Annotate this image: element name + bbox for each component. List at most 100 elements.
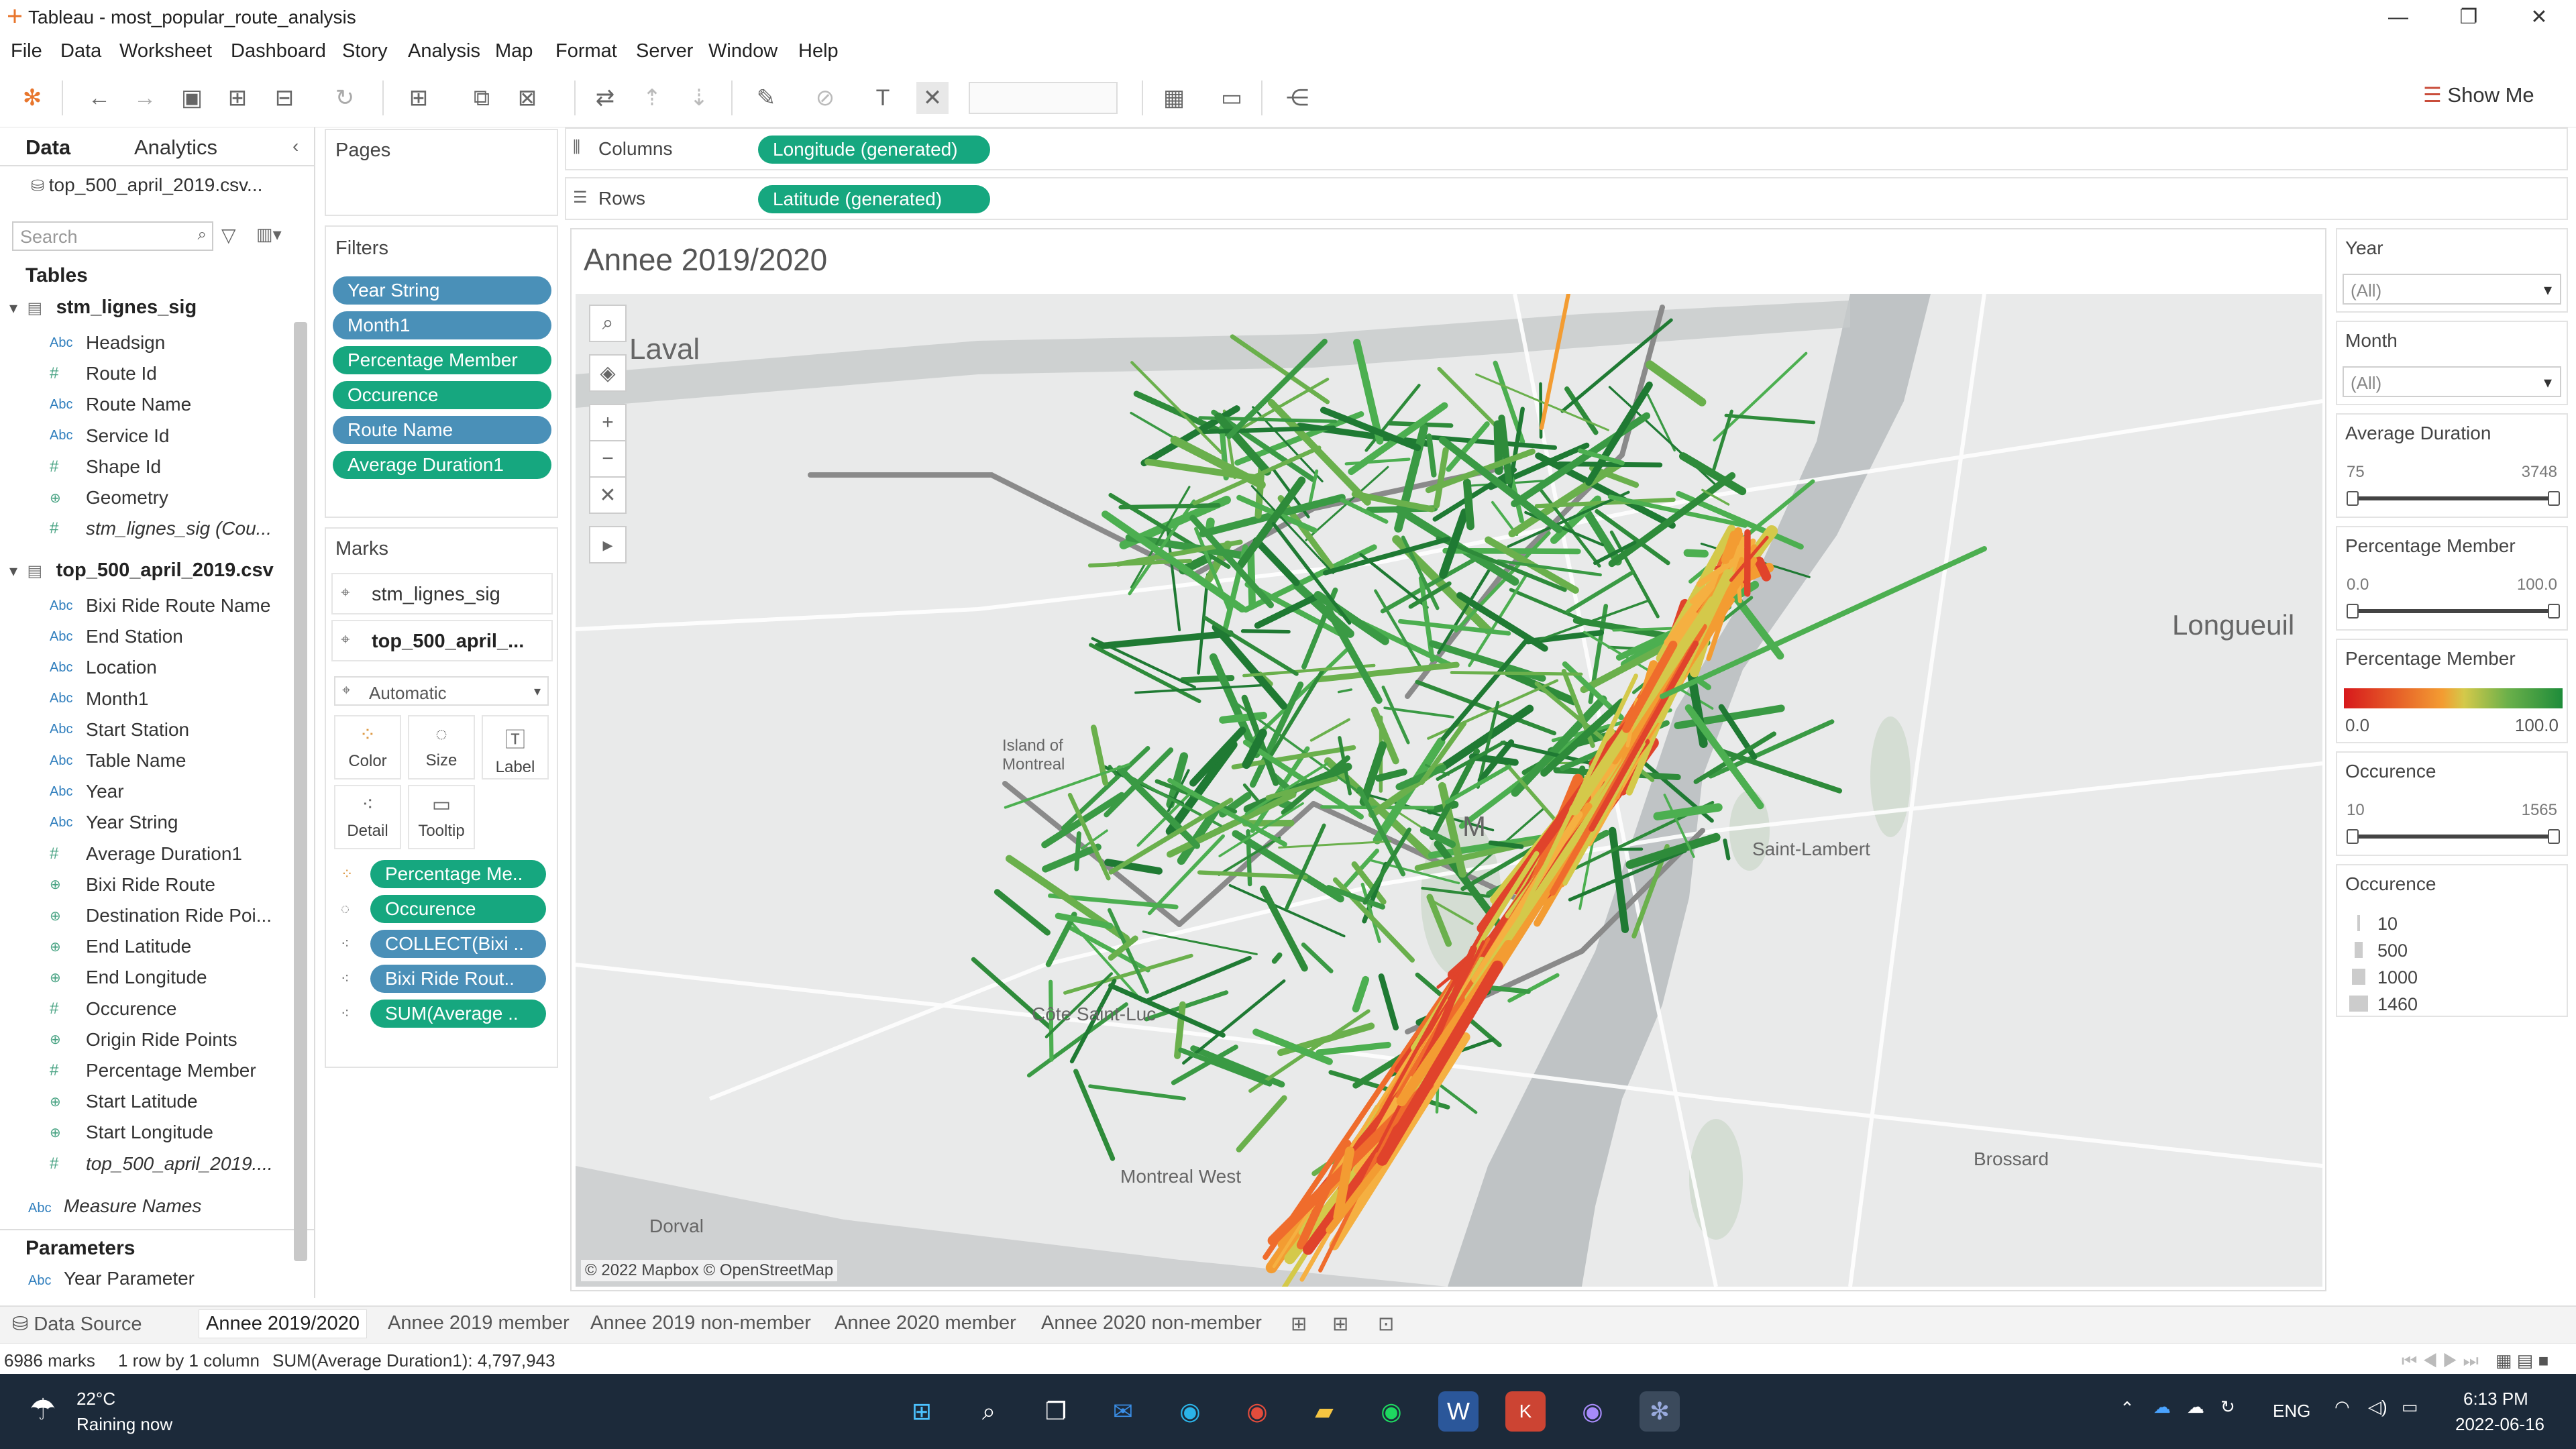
field-item[interactable]: Abc Headsign [0, 327, 295, 358]
weather-icon[interactable]: ☂ [30, 1393, 56, 1427]
share-icon[interactable]: ⋲ [1281, 82, 1313, 114]
spotify-icon[interactable]: ◉ [1371, 1391, 1411, 1432]
route-line[interactable] [994, 889, 1051, 936]
table-stm-lignes-sig[interactable]: ▾ ▤ stm_lignes_sig [9, 297, 298, 326]
field-item[interactable]: ⊕ Geometry [0, 482, 295, 513]
start-icon[interactable]: ⊞ [902, 1391, 942, 1432]
app-icon[interactable]: K [1505, 1391, 1546, 1432]
menu-dashboard[interactable]: Dashboard [231, 40, 326, 62]
menu-file[interactable]: File [11, 40, 42, 62]
tableau-home-icon[interactable]: ✻ [16, 82, 48, 114]
tooltip-button[interactable]: ▭ Tooltip [408, 785, 475, 849]
language-indicator[interactable]: ENG [2273, 1401, 2310, 1421]
zoom-in-icon[interactable]: + [589, 404, 627, 441]
route-line[interactable] [1197, 870, 1308, 879]
mark-layer-top500[interactable]: ⌖ top_500_april_... [331, 620, 553, 661]
table-top-500[interactable]: ▾ ▤ top_500_april_2019.csv [9, 559, 311, 589]
measure-names-field[interactable]: Abc Measure Names [28, 1195, 297, 1222]
menu-server[interactable]: Server [636, 40, 693, 62]
year-parameter-field[interactable]: Abc Year Parameter [28, 1268, 297, 1295]
field-item[interactable]: # Average Duration1 [0, 839, 295, 869]
sort-descending-icon[interactable]: ⇣ [683, 82, 715, 114]
highlight-icon[interactable]: ✎ [750, 82, 782, 114]
rows-pill-latitude[interactable]: Latitude (generated) [758, 185, 990, 213]
tableau-taskbar-icon[interactable]: ✻ [1640, 1391, 1680, 1432]
route-line[interactable] [1724, 413, 1816, 425]
filter-pill-month1[interactable]: Month1 [333, 311, 551, 339]
field-item[interactable]: ⊕ End Latitude [0, 931, 295, 962]
onedrive-icon[interactable]: ☁ [2153, 1397, 2171, 1417]
close-button[interactable]: ✕ [2502, 3, 2576, 32]
field-item[interactable]: Abc Route Name [0, 389, 295, 420]
filter-pill-average-duration1[interactable]: Average Duration1 [333, 451, 551, 479]
filter-pill-year-string[interactable]: Year String [333, 276, 551, 305]
tab-analytics[interactable]: Analytics [134, 136, 217, 160]
route-line[interactable] [1450, 671, 1583, 676]
search-input[interactable]: Search ⌕ [12, 221, 213, 251]
sheet-view-icons[interactable]: ▦ ▤ ■ [2496, 1350, 2548, 1371]
route-line[interactable] [1278, 840, 1392, 849]
field-item[interactable]: Abc Year String [0, 807, 295, 838]
pages-shelf[interactable]: Pages [325, 129, 558, 216]
route-line[interactable] [1375, 940, 1485, 1153]
map-attribution[interactable]: © 2022 Mapbox © OpenStreetMap [581, 1260, 838, 1281]
route-line[interactable] [1378, 973, 1399, 1031]
wifi-icon[interactable]: ◠ [2334, 1397, 2350, 1417]
label-button[interactable]: 🅃 Label [482, 715, 549, 780]
route-line[interactable] [1309, 718, 1350, 742]
route-line[interactable] [1118, 503, 1221, 510]
zoom-out-icon[interactable]: − [589, 440, 627, 478]
swap-rows-columns-icon[interactable]: ⇄ [589, 82, 621, 114]
collapse-pane-icon[interactable]: ‹ [292, 136, 299, 157]
save-icon[interactable]: ▣ [176, 82, 208, 114]
menu-analysis[interactable]: Analysis [408, 40, 480, 62]
show-cards-icon[interactable]: ▦ [1158, 82, 1190, 114]
field-item[interactable]: ⊕ Destination Ride Poi... [0, 900, 295, 931]
rows-shelf[interactable]: ☰ Rows Latitude (generated) [565, 177, 2568, 220]
github-icon[interactable]: ◉ [1572, 1391, 1613, 1432]
route-line[interactable] [1259, 885, 1308, 972]
route-line[interactable] [1337, 688, 1353, 694]
mark-pill-collect[interactable]: COLLECT(Bixi .. [370, 930, 546, 958]
group-members-icon[interactable]: ⊘ [809, 82, 841, 114]
fix-axes-icon[interactable]: ✕ [916, 82, 949, 114]
occurence-slider[interactable] [2351, 835, 2556, 839]
view-options-icon[interactable]: ▥▾ [256, 224, 282, 245]
field-item[interactable]: # Percentage Member [0, 1055, 295, 1086]
cloud-error-icon[interactable]: ☁ [2187, 1397, 2204, 1417]
new-worksheet-icon[interactable]: ⊞ [402, 82, 435, 114]
mail-icon[interactable]: ✉ [1103, 1391, 1143, 1432]
field-item[interactable]: Abc Location [0, 652, 295, 683]
field-item[interactable]: # Shape Id [0, 451, 295, 482]
route-line[interactable] [1344, 458, 1411, 466]
route-line[interactable] [1073, 1069, 1116, 1161]
menu-help[interactable]: Help [798, 40, 839, 62]
field-item[interactable]: # top_500_april_2019.... [0, 1148, 295, 1179]
expand-toolbar-icon[interactable]: ▸ [589, 526, 627, 564]
clock-date[interactable]: 2022-06-16 [2455, 1414, 2544, 1435]
field-item[interactable]: ⊕ Start Latitude [0, 1086, 295, 1117]
filter-pill-percentage-member[interactable]: Percentage Member [333, 346, 551, 374]
slider-max-handle[interactable] [2548, 829, 2560, 844]
route-line[interactable] [1240, 629, 1291, 634]
route-line[interactable] [1091, 637, 1196, 689]
search-icon[interactable]: ⌕ [969, 1391, 1009, 1432]
pause-updates-icon[interactable]: ⊟ [268, 82, 301, 114]
presentation-mode-icon[interactable]: ▭ [1216, 82, 1248, 114]
menu-data[interactable]: Data [60, 40, 101, 62]
data-source-tab[interactable]: ⛁ Data Source [12, 1312, 142, 1336]
route-line[interactable] [1074, 831, 1081, 871]
year-dropdown[interactable]: (All) ▾ [2343, 274, 2561, 305]
duplicate-sheet-icon[interactable]: ⧉ [466, 82, 498, 114]
field-item[interactable]: # stm_lignes_sig (Cou... [0, 513, 295, 544]
route-line[interactable] [1134, 684, 1269, 694]
route-line[interactable] [1710, 409, 1733, 476]
field-item[interactable]: Abc Bixi Ride Route Name [0, 590, 295, 621]
field-item[interactable]: Abc Table Name [0, 745, 295, 776]
menu-story[interactable]: Story [342, 40, 388, 62]
menu-map[interactable]: Map [495, 40, 533, 62]
slider-min-handle[interactable] [2347, 604, 2359, 619]
route-line[interactable] [1042, 843, 1102, 873]
filter-pill-route-name[interactable]: Route Name [333, 416, 551, 444]
route-line[interactable] [1316, 1041, 1391, 1056]
